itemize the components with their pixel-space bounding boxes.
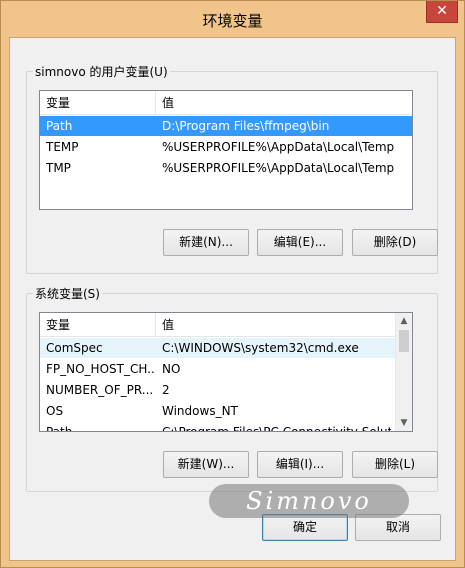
table-row[interactable]: TMP %USERPROFILE%\AppData\Local\Temp <box>40 158 412 178</box>
close-icon: ✕ <box>436 3 448 19</box>
user-variables-header: 变量 值 <box>40 91 412 115</box>
variable-value: NO <box>162 362 181 376</box>
window-title: 环境变量 <box>202 12 263 30</box>
column-header-variable[interactable]: 变量 <box>40 91 156 115</box>
system-variables-label: 系统变量(S) <box>33 285 102 302</box>
table-row[interactable]: ComSpec C:\WINDOWS\system32\cmd.exe <box>40 338 395 358</box>
title-bar[interactable]: 环境变量 ✕ <box>1 1 464 37</box>
scroll-down-icon[interactable]: ▼ <box>396 415 412 431</box>
scroll-up-icon[interactable]: ▲ <box>396 313 412 329</box>
variable-name: TMP <box>46 161 71 175</box>
variable-value: Windows_NT <box>162 404 238 418</box>
ok-button[interactable]: 确定 <box>262 514 348 541</box>
scrollbar-thumb[interactable] <box>399 330 409 352</box>
user-variables-group: simnovo 的用户变量(U) 变量 值 Path D:\Program Fi… <box>26 63 438 274</box>
variable-name: NUMBER_OF_PR... <box>46 383 154 397</box>
variable-name: OS <box>46 404 64 418</box>
user-edit-button[interactable]: 编辑(E)... <box>257 229 343 256</box>
system-variables-group: 系统变量(S) 变量 值 ComSpec C:\WINDOWS\system32… <box>26 285 438 492</box>
user-new-button[interactable]: 新建(N)... <box>163 229 249 256</box>
dialog-client-area: simnovo 的用户变量(U) 变量 值 Path D:\Program Fi… <box>9 37 456 561</box>
table-row[interactable]: TEMP %USERPROFILE%\AppData\Local\Temp <box>40 137 412 157</box>
user-variables-list[interactable]: 变量 值 Path D:\Program Files\ffmpeg\bin TE… <box>39 90 413 210</box>
table-row[interactable]: Path D:\Program Files\ffmpeg\bin <box>40 116 412 136</box>
variable-value: D:\Program Files\ffmpeg\bin <box>162 119 330 133</box>
variable-name: ComSpec <box>46 341 103 355</box>
variable-name: Path <box>46 119 73 133</box>
variable-value: 2 <box>162 383 170 397</box>
variable-value: C:\Program Files\PC Connectivity Solutio <box>162 425 391 432</box>
table-row[interactable]: Path C:\Program Files\PC Connectivity So… <box>40 422 395 432</box>
table-row[interactable]: OS Windows_NT <box>40 401 395 421</box>
vertical-scrollbar[interactable]: ▲ ▼ <box>395 313 412 431</box>
user-delete-button[interactable]: 删除(D) <box>352 229 438 256</box>
variable-value: %USERPROFILE%\AppData\Local\Temp <box>162 140 395 154</box>
variable-name: Path <box>46 425 73 432</box>
variable-name: FP_NO_HOST_CH... <box>46 362 154 376</box>
user-variables-label: simnovo 的用户变量(U) <box>33 63 170 80</box>
table-row[interactable]: FP_NO_HOST_CH... NO <box>40 359 395 379</box>
table-row[interactable]: NUMBER_OF_PR... 2 <box>40 380 395 400</box>
variable-value: C:\WINDOWS\system32\cmd.exe <box>162 341 359 355</box>
system-edit-button[interactable]: 编辑(I)... <box>257 451 343 478</box>
system-delete-button[interactable]: 删除(L) <box>352 451 438 478</box>
simnovo-watermark: Simnovo <box>209 484 409 518</box>
environment-variables-dialog: 环境变量 ✕ simnovo 的用户变量(U) 变量 值 Path D:\Pro… <box>0 0 465 568</box>
column-header-variable[interactable]: 变量 <box>40 313 156 337</box>
cancel-button[interactable]: 取消 <box>355 514 441 541</box>
system-new-button[interactable]: 新建(W)... <box>163 451 249 478</box>
system-variables-header: 变量 值 <box>40 313 412 337</box>
close-button[interactable]: ✕ <box>426 1 458 23</box>
variable-name: TEMP <box>46 140 79 154</box>
system-variables-list[interactable]: 变量 值 ComSpec C:\WINDOWS\system32\cmd.exe… <box>39 312 413 432</box>
column-header-value[interactable]: 值 <box>156 91 412 115</box>
column-header-value[interactable]: 值 <box>156 313 412 337</box>
variable-value: %USERPROFILE%\AppData\Local\Temp <box>162 161 395 175</box>
